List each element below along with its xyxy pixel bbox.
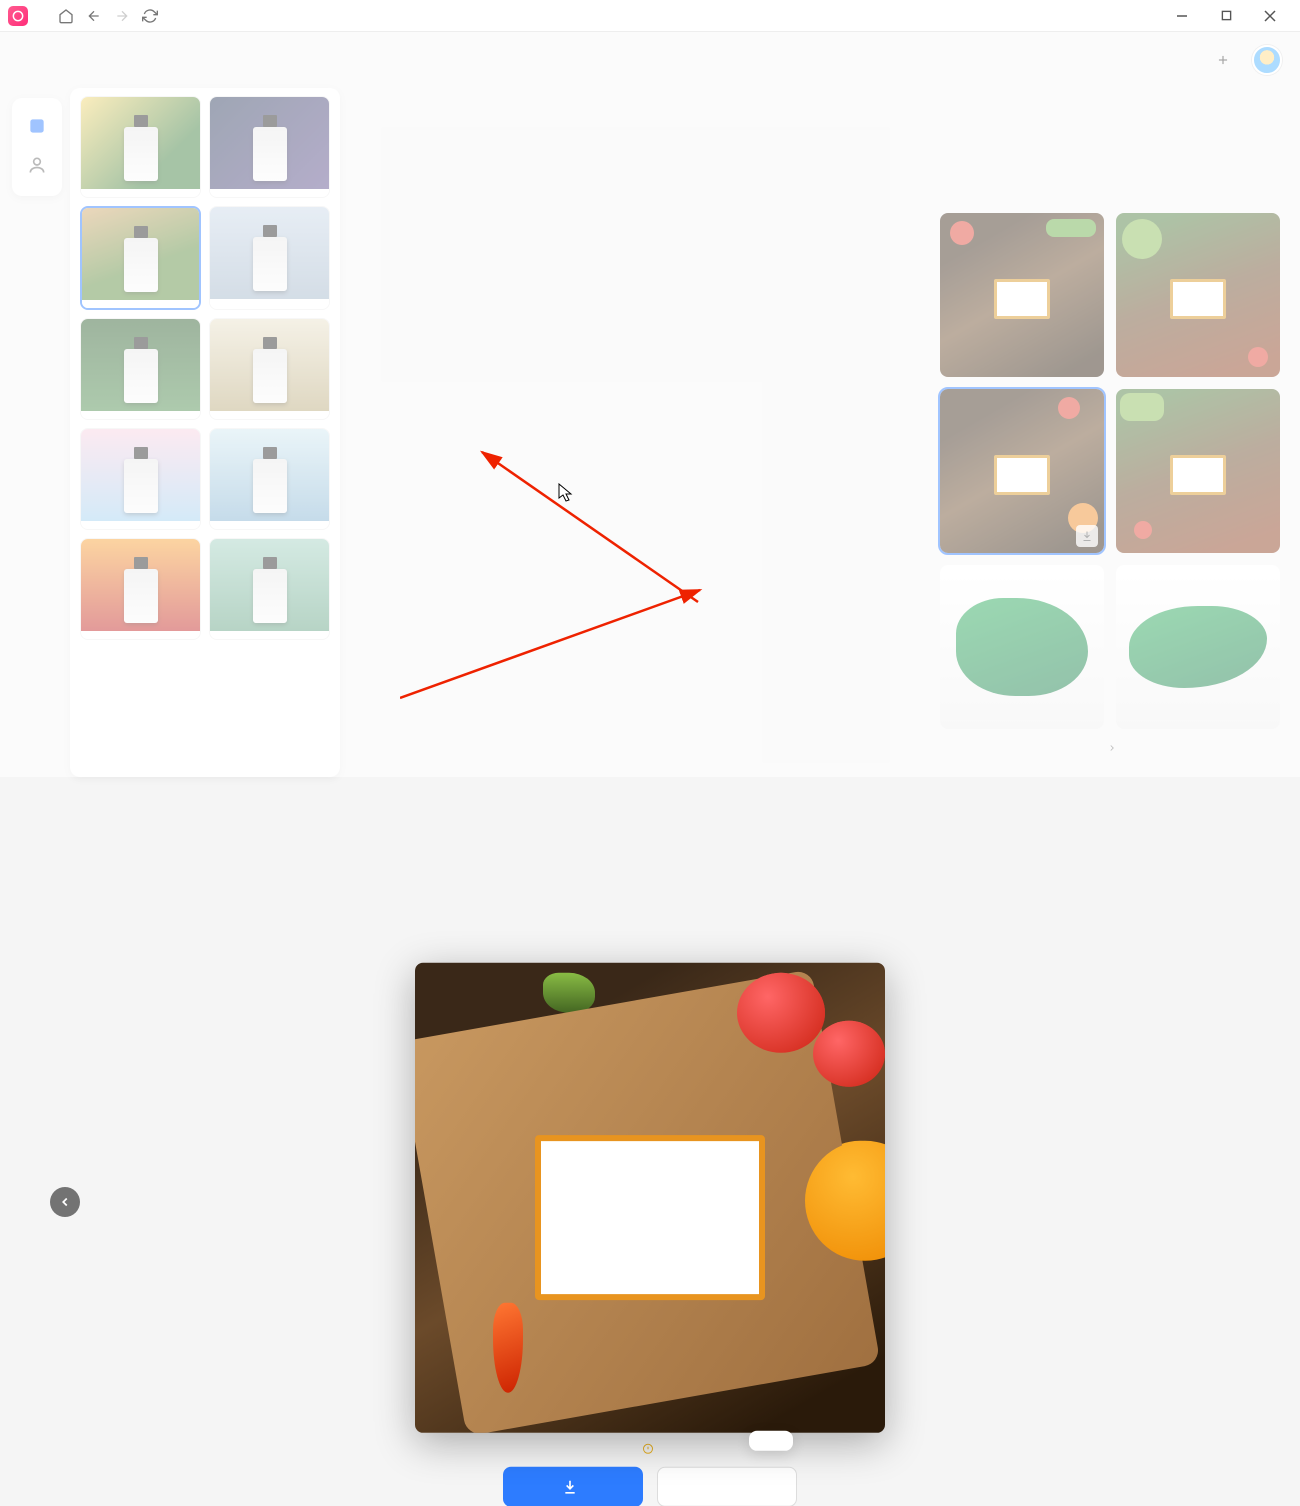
back-icon[interactable] — [80, 2, 108, 30]
scene-card-selected[interactable] — [80, 206, 201, 310]
all-results-link[interactable] — [940, 729, 1280, 767]
left-rail — [0, 88, 70, 777]
page-header — [0, 32, 1300, 88]
prev-icon[interactable] — [50, 1187, 80, 1217]
scene-panel — [70, 88, 340, 777]
close-button[interactable] — [1248, 1, 1292, 31]
results-panel — [940, 88, 1300, 777]
scene-card[interactable] — [209, 318, 330, 420]
home-icon[interactable] — [52, 2, 80, 30]
scene-card[interactable] — [80, 538, 201, 640]
user-avatar[interactable] — [1252, 45, 1282, 75]
forward-icon[interactable] — [108, 2, 136, 30]
placement-hint — [415, 1442, 885, 1454]
scene-card[interactable] — [80, 318, 201, 420]
placement-frame[interactable] — [535, 1135, 765, 1300]
preview-image[interactable] — [415, 962, 885, 1432]
result-card[interactable] — [1116, 389, 1280, 553]
rail-scene[interactable] — [12, 108, 62, 147]
scene-card[interactable] — [209, 96, 330, 198]
maximize-button[interactable] — [1204, 1, 1248, 31]
scene-card[interactable] — [80, 96, 201, 198]
result-card[interactable] — [940, 213, 1104, 377]
minimize-button[interactable] — [1160, 1, 1204, 31]
result-card[interactable] — [940, 565, 1104, 729]
refresh-icon[interactable] — [136, 2, 164, 30]
app-logo — [8, 6, 28, 26]
title-bar — [0, 0, 1300, 32]
download-icon[interactable] — [1076, 525, 1098, 547]
result-card[interactable] — [1116, 213, 1280, 377]
scene-card[interactable] — [209, 206, 330, 310]
result-card-selected[interactable] — [940, 389, 1104, 553]
edit-tooltip[interactable] — [749, 1430, 793, 1450]
content-area — [340, 88, 940, 777]
scene-card[interactable] — [209, 428, 330, 530]
result-card[interactable] — [1116, 565, 1280, 729]
reupload-button[interactable] — [1216, 53, 1234, 67]
page-title — [18, 49, 22, 72]
download-button[interactable] — [503, 1466, 643, 1506]
preview-dialog — [415, 962, 885, 1506]
rail-mine[interactable] — [12, 147, 62, 186]
scene-card[interactable] — [80, 428, 201, 530]
scene-card[interactable] — [209, 538, 330, 640]
more-button[interactable] — [657, 1466, 797, 1506]
